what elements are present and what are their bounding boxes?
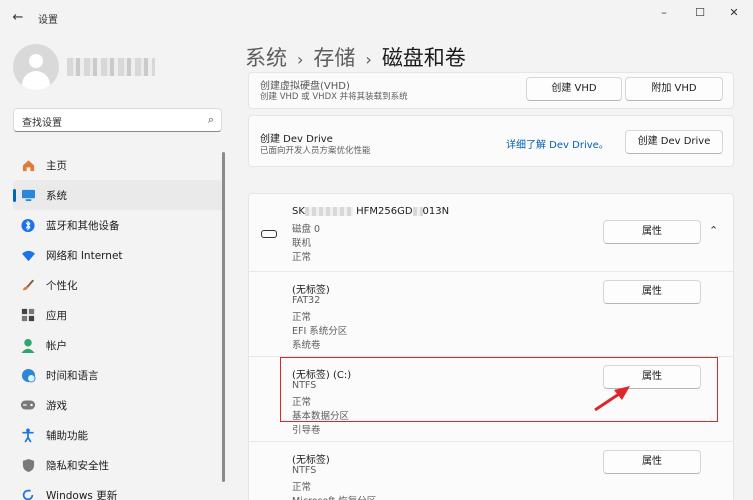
- sidebar-item-privacy[interactable]: 隐私和安全性: [13, 450, 224, 480]
- disk-health: 正常: [292, 252, 312, 263]
- drive-icon: [261, 230, 277, 238]
- sidebar-item-time-language[interactable]: 时间和语言: [13, 360, 224, 390]
- sidebar-item-label: 应用: [46, 309, 67, 322]
- title-bar: ← 设置 – ☐ ✕: [0, 0, 753, 34]
- sidebar-item-network[interactable]: 网络和 Internet: [13, 240, 224, 270]
- breadcrumb-system[interactable]: 系统: [245, 46, 287, 70]
- disk-model-mid: HFM256GD: [356, 206, 413, 217]
- vhd-subtitle: 创建 VHD 或 VHDX 并将其装载到系统: [260, 92, 408, 102]
- system-icon: [20, 187, 36, 203]
- volume-fs: FAT32: [292, 295, 321, 306]
- app-title: 设置: [38, 15, 58, 26]
- sidebar-item-bluetooth[interactable]: 蓝牙和其他设备: [13, 210, 224, 240]
- sidebar-item-accounts[interactable]: 帐户: [13, 330, 224, 360]
- sidebar-item-label: 个性化: [46, 279, 78, 292]
- disk-model: SK HFM256GD 013N: [292, 206, 449, 217]
- create-devdrive-button[interactable]: 创建 Dev Drive: [625, 130, 723, 154]
- breadcrumb: 系统 › 存储 › 磁盘和卷: [245, 42, 466, 72]
- volume-type: Microsoft 恢复分区: [292, 493, 376, 500]
- vhd-card: 创建虚拟硬盘(VHD) 创建 VHD 或 VHDX 并将其装载到系统 创建 VH…: [248, 72, 734, 109]
- maximize-button[interactable]: ☐: [688, 4, 712, 22]
- sidebar-item-label: 蓝牙和其他设备: [46, 219, 120, 232]
- accessibility-icon: [20, 427, 36, 443]
- devdrive-learn-more-link[interactable]: 详细了解 Dev Drive。: [506, 136, 609, 151]
- disk-properties-button[interactable]: 属性: [603, 220, 701, 244]
- volume-status: 正常: [292, 482, 312, 493]
- volume-properties-button[interactable]: 属性: [603, 450, 701, 474]
- sidebar-item-label: 隐私和安全性: [46, 459, 109, 472]
- sidebar-item-label: 游戏: [46, 399, 67, 412]
- volume-status: 正常: [292, 312, 312, 323]
- home-icon: [20, 157, 36, 173]
- annotation-arrow-icon: [594, 386, 630, 412]
- attach-vhd-button[interactable]: 附加 VHD: [625, 77, 723, 101]
- account-icon: [20, 337, 36, 353]
- volume-label: (无标签): [292, 455, 330, 466]
- gamepad-icon: [20, 397, 36, 413]
- disk-card: SK HFM256GD 013N 磁盘 0 联机 正常 属性 ⌃ (无标签) FA…: [248, 193, 734, 500]
- volume-label: (无标签): [292, 285, 330, 296]
- wifi-icon: [20, 247, 36, 263]
- user-name-blurred: [67, 58, 155, 76]
- sidebar-item-label: 主页: [46, 159, 67, 172]
- sidebar-item-home[interactable]: 主页: [13, 150, 224, 180]
- sidebar-item-label: 辅助功能: [46, 429, 88, 442]
- volume-properties-button[interactable]: 属性: [603, 280, 701, 304]
- redacted-text: [412, 206, 423, 216]
- disk-model-prefix: SK: [292, 206, 305, 217]
- shield-icon: [20, 457, 36, 473]
- devdrive-title: 创建 Dev Drive: [260, 134, 333, 145]
- sidebar-item-apps[interactable]: 应用: [13, 300, 224, 330]
- globe-clock-icon: [20, 367, 36, 383]
- bluetooth-icon: [20, 217, 36, 233]
- chevron-up-icon[interactable]: ⌃: [709, 224, 718, 237]
- sidebar-item-personalization[interactable]: 个性化: [13, 270, 224, 300]
- volume-fs: NTFS: [292, 465, 317, 476]
- page-title: 磁盘和卷: [381, 46, 466, 70]
- apps-icon: [20, 307, 36, 323]
- create-vhd-button[interactable]: 创建 VHD: [526, 77, 622, 101]
- disk-status: 联机: [292, 238, 312, 249]
- sidebar-item-label: 网络和 Internet: [46, 249, 123, 262]
- breadcrumb-storage[interactable]: 存储: [313, 46, 355, 70]
- breadcrumb-separator: ›: [297, 50, 304, 69]
- volume-type: EFI 系统分区: [292, 326, 348, 337]
- disk-name: 磁盘 0: [292, 224, 321, 235]
- sidebar-scrollbar[interactable]: [222, 152, 225, 482]
- search-icon[interactable]: ⌕: [208, 113, 214, 127]
- sidebar-item-label: Windows 更新: [46, 489, 118, 500]
- redacted-text: [304, 206, 353, 216]
- sidebar-item-windows-update[interactable]: Windows 更新: [13, 480, 224, 500]
- user-avatar-icon[interactable]: [13, 44, 59, 90]
- volume-role: 引导卷: [292, 425, 321, 436]
- sidebar-item-label: 系统: [46, 189, 67, 202]
- volume-role: 系统卷: [292, 340, 321, 351]
- devdrive-subtitle: 已面向开发人员方案优化性能: [260, 146, 371, 156]
- sidebar-nav: 主页 系统 蓝牙和其他设备 网络和 Internet 个性化 应用 帐户 时间和…: [13, 150, 224, 500]
- devdrive-card: 创建 Dev Drive 已面向开发人员方案优化性能 详细了解 Dev Driv…: [248, 115, 734, 167]
- close-button[interactable]: ✕: [722, 4, 746, 22]
- sidebar-item-system[interactable]: 系统: [13, 180, 224, 210]
- minimize-button[interactable]: –: [652, 4, 676, 22]
- sidebar-item-gaming[interactable]: 游戏: [13, 390, 224, 420]
- breadcrumb-separator: ›: [365, 50, 372, 69]
- sidebar-item-label: 时间和语言: [46, 369, 99, 382]
- sidebar-item-accessibility[interactable]: 辅助功能: [13, 420, 224, 450]
- search-placeholder: 查找设置: [22, 118, 62, 129]
- brush-icon: [20, 277, 36, 293]
- back-arrow-icon[interactable]: ←: [8, 8, 28, 28]
- update-icon: [20, 487, 36, 500]
- disk-model-suffix: 013N: [422, 206, 450, 217]
- sidebar-item-label: 帐户: [46, 339, 67, 352]
- search-input[interactable]: 查找设置 ⌕: [13, 108, 222, 132]
- divider: [249, 441, 733, 442]
- highlight-box: [280, 357, 718, 422]
- divider: [249, 271, 733, 272]
